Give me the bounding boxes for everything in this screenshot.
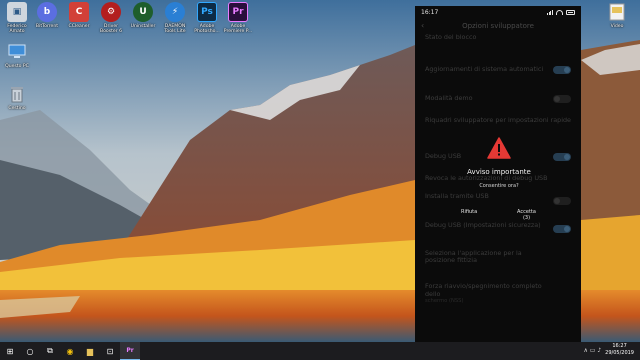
tray-icons[interactable]: ∧ ▭ ♪ xyxy=(583,347,601,354)
folder-user-icon: ▣ xyxy=(7,2,27,22)
settings-header: ‹ Opzioni sviluppatore xyxy=(415,18,581,34)
desktop-icon-label: Questo PC xyxy=(5,64,29,69)
desktop-icon-label: BitTorrent xyxy=(35,24,59,29)
important-warning-dialog[interactable]: Avviso importante Consentire ora? Rifiut… xyxy=(459,131,539,225)
file-explorer-icon[interactable]: ▆ xyxy=(80,342,100,360)
phone-clock: 16:17 xyxy=(421,8,439,16)
setting-toggle[interactable] xyxy=(553,196,571,205)
page-title: Opzioni sviluppatore xyxy=(462,22,534,30)
desktop-icon-premiere[interactable]: Pr Adobe Premiere P... xyxy=(221,2,255,34)
setting-label: Aggiornamenti di sistema automatici xyxy=(425,64,544,73)
desktop-icon-bittorrent[interactable]: b BitTorrent xyxy=(30,2,64,29)
desktop-icon-this-pc[interactable]: Questo PC xyxy=(0,42,34,69)
desktop-icon-label: Federico Amato xyxy=(7,24,27,35)
battery-icon xyxy=(566,9,575,15)
start-button[interactable]: ⊞ xyxy=(0,342,20,360)
desktop-icon-label: Adobe Photosho... xyxy=(194,24,220,35)
setting-toggle[interactable] xyxy=(553,95,571,104)
desktop-icon-daemon-tools[interactable]: ⚡ DAEMON Tools Lite xyxy=(158,2,192,34)
task-view-icon[interactable]: ⧉ xyxy=(40,342,60,360)
desktop-icon-label: CCleaner xyxy=(68,24,90,29)
setting-toggle[interactable] xyxy=(553,225,571,234)
dialog-message: Consentire ora? xyxy=(479,183,519,189)
setting-label: Seleziona l'applicazione per la posizion… xyxy=(425,248,522,265)
desktop-icon-label: Video xyxy=(610,24,624,29)
setting-toggle[interactable] xyxy=(553,65,571,74)
system-tray: ∧ ▭ ♪ 16:27 29/05/2019 xyxy=(583,343,634,357)
desktop-icon-label: Cestino xyxy=(8,106,26,111)
setting-label: Stato del blocco xyxy=(425,33,477,41)
setting-sublabel: schermo (NSS) xyxy=(425,298,464,305)
signal-icon xyxy=(547,9,553,15)
setting-label: Modalità demo xyxy=(425,94,473,103)
warning-icon xyxy=(487,137,511,159)
ccleaner-icon: C xyxy=(69,2,89,22)
setting-row[interactable]: Riquadri sviluppatore per impostazioni r… xyxy=(425,115,571,125)
phone-status-icons xyxy=(547,9,575,15)
desktop-icon-uninstaller[interactable]: U Uninstaller xyxy=(126,2,160,29)
desktop-icon-label: Uninstaller xyxy=(130,24,156,29)
premiere-taskbar-icon[interactable]: Pr xyxy=(120,342,140,360)
setting-row[interactable]: Modalità demo xyxy=(425,94,571,104)
clock-time: 16:27 xyxy=(612,343,627,349)
this-pc-icon xyxy=(7,42,27,62)
desktop-icon-video-folder[interactable]: Video xyxy=(600,2,634,29)
chrome-icon[interactable]: ◉ xyxy=(60,342,80,360)
desktop-icon-label: Adobe Premiere P... xyxy=(223,24,253,35)
back-arrow-icon[interactable]: ‹ xyxy=(421,21,424,30)
setting-row[interactable]: Forza riavvio/spegnimento completo dello… xyxy=(425,281,551,305)
setting-toggle[interactable] xyxy=(553,153,571,162)
store-icon[interactable]: ⊡ xyxy=(100,342,120,360)
desktop-icon-photoshop[interactable]: Ps Adobe Photosho... xyxy=(190,2,224,34)
desktop-icon-driver-booster[interactable]: ⚙ Driver Booster 6 xyxy=(94,2,128,34)
folder-icon xyxy=(607,2,627,22)
windows-taskbar: ⊞ ○ ⧉ ◉ ▆ ⊡ Pr ∧ ▭ ♪ 16:27 29/05/2019 xyxy=(0,342,640,360)
desktop-icon-label: Driver Booster 6 xyxy=(99,24,123,35)
taskbar-clock[interactable]: 16:27 29/05/2019 xyxy=(605,343,634,357)
daemon-tools-icon: ⚡ xyxy=(165,2,185,22)
recycle-bin-icon xyxy=(7,84,27,104)
uninstaller-icon: U xyxy=(133,2,153,22)
wifi-icon xyxy=(556,9,563,15)
driver-booster-icon: ⚙ xyxy=(101,2,121,22)
setting-label: Debug USB xyxy=(425,152,462,161)
clock-date: 29/05/2019 xyxy=(605,350,634,356)
accept-button[interactable]: Accetta (3) xyxy=(514,209,539,221)
setting-row[interactable]: Aggiornamenti di sistema automatici xyxy=(425,64,571,74)
reject-button[interactable]: Rifiuta xyxy=(461,209,477,215)
setting-label: Riquadri sviluppatore per impostazioni r… xyxy=(425,115,571,124)
desktop-icon-ccleaner[interactable]: C CCleaner xyxy=(62,2,96,29)
desktop-icon-user-folder[interactable]: ▣ Federico Amato xyxy=(0,2,34,34)
desktop-icon-recycle-bin[interactable]: Cestino xyxy=(0,84,34,111)
setting-row[interactable]: Stato del blocco xyxy=(425,33,571,42)
phone-status-bar: 16:17 xyxy=(415,6,581,18)
dialog-title: Avviso importante xyxy=(467,168,531,176)
search-icon[interactable]: ○ xyxy=(20,342,40,360)
desktop-icon-label: DAEMON Tools Lite xyxy=(164,24,186,35)
setting-label: Forza riavvio/spegnimento completo dello xyxy=(425,281,542,298)
bittorrent-icon: b xyxy=(37,2,57,22)
setting-row[interactable]: Seleziona l'applicazione per la posizion… xyxy=(425,248,551,265)
photoshop-icon: Ps xyxy=(197,2,217,22)
premiere-icon: Pr xyxy=(228,2,248,22)
